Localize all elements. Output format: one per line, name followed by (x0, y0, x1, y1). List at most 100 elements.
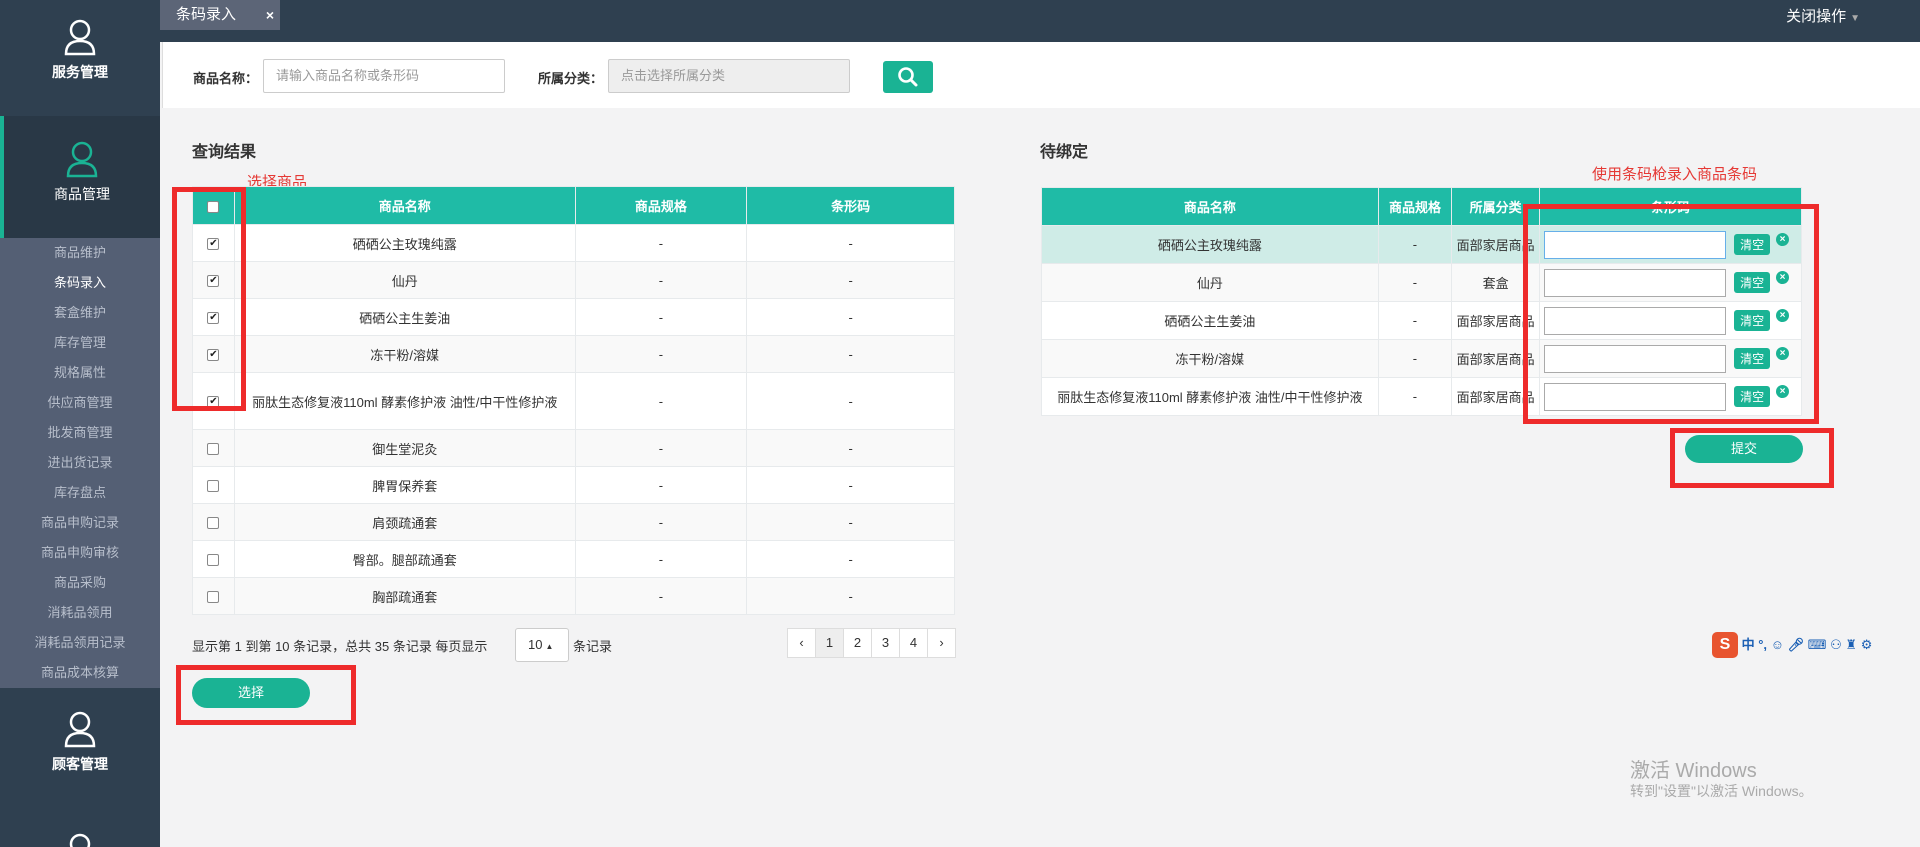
pagination: ‹ 1 2 3 4 › (787, 628, 956, 658)
table-row[interactable]: 胸部疏通套 - - (192, 577, 955, 615)
annotation-box-checkboxes (172, 187, 246, 411)
pagination-info: 显示第 1 到第 10 条记录，总共 35 条记录 每页显示 (192, 636, 487, 655)
barcode-cell: - (746, 261, 955, 299)
product-name-cell: 硒硒公主生姜油 (233, 298, 576, 336)
submenu-item[interactable]: 库存盘点 (0, 478, 160, 508)
submenu-item[interactable]: 进出货记录 (0, 448, 160, 478)
category-label: 所属分类： (538, 71, 604, 86)
close-operations-menu[interactable]: 关闭操作 ▼ (1786, 0, 1860, 34)
user-icon (64, 19, 96, 56)
sidebar-label-customer: 顾客管理 (52, 756, 108, 772)
close-ops-label: 关闭操作 (1786, 8, 1847, 25)
goods-submenu: 商品维护 条码录入 套盒维护 库存管理 规格属性 供应商管理 批发商管理 进出货记录 库存盘点商… (0, 238, 160, 688)
product-spec-cell: - (574, 298, 748, 336)
sogou-logo-icon: S (1712, 632, 1738, 658)
row-checkbox[interactable] (207, 480, 220, 493)
topbar: 条码录入 × 关闭操作 ▼ (160, 0, 1920, 42)
submenu-item[interactable]: 规格属性 (0, 358, 160, 388)
caret-down-icon: ▼ (1850, 13, 1860, 24)
submenu-item[interactable]: 消耗品领用 (0, 598, 160, 628)
table-row[interactable]: 硒硒公主生姜油-- (192, 298, 955, 336)
sidebar-item-customer[interactable]: 顾客管理 (0, 710, 160, 774)
table-row[interactable]: 臀部。腿部疏通套 - - (192, 540, 955, 578)
table-row[interactable]: 硒硒公主玫瑰纯露-- (192, 224, 955, 262)
sidebar-item-service[interactable]: 服务管理 (0, 18, 160, 82)
product-name-cell: 仙丹 (233, 261, 576, 299)
query-results-table: 商品名称 商品规格 条形码 硒硒公主玫瑰纯露--仙丹--硒硒公主生姜油--冻干粉… (192, 186, 955, 615)
product-name-cell: 丽肽生态修复液110ml 酵素修护液 油性/中干性修护液 (1041, 377, 1379, 416)
table-row[interactable]: 仙丹-- (192, 261, 955, 299)
product-spec-cell: - (574, 540, 748, 578)
barcode-cell: - (746, 335, 955, 373)
tab-barcode-entry[interactable]: 条码录入 × (160, 0, 280, 30)
keyboard-icon: ⌨ (1807, 637, 1827, 652)
ime-toolbar[interactable]: S 中 °, ☺ 🎤︎ ⌨ ⚇ ♜ ⚙ (1712, 632, 1872, 658)
sidebar-label-goods: 商品管理 (54, 186, 110, 202)
next-page-button[interactable]: › (927, 628, 956, 658)
submenu-item[interactable]: 套盒维护 (0, 298, 160, 328)
submenu-item[interactable]: 库存管理 (0, 328, 160, 358)
search-button[interactable] (883, 61, 933, 93)
mic-icon: 🎤︎ (1787, 637, 1805, 652)
shirt-icon: ♜ (1845, 637, 1858, 652)
row-checkbox[interactable] (207, 443, 220, 456)
barcode-cell: - (746, 466, 955, 504)
table-row[interactable]: 肩颈疏通套 - - (192, 503, 955, 541)
category-select[interactable]: 点击选择所属分类 (608, 59, 850, 93)
column-header: 商品规格 (574, 186, 748, 225)
product-spec-cell: - (574, 335, 748, 373)
product-spec-cell: - (1377, 225, 1453, 264)
row-checkbox[interactable] (207, 554, 220, 567)
product-spec-cell: - (1377, 263, 1453, 302)
submenu-item[interactable]: 消耗品领用记录 (0, 628, 160, 658)
ime-mode-text: 中 °, (1741, 637, 1768, 652)
sidebar: 服务管理 商品管理 商品维护 条码录入 套盒维护 库存管理 规格属性 供应商管理 批发商管理… (0, 0, 160, 847)
page-button[interactable]: 2 (843, 628, 872, 658)
product-name-input[interactable]: 请输入商品名称或条形码 (263, 59, 505, 93)
annotation-box-submit (1670, 428, 1834, 488)
emoji-icon: ☺ (1770, 637, 1784, 652)
product-spec-cell: - (574, 577, 748, 615)
page-suffix: 条记录 (573, 639, 613, 654)
sidebar-item-goods[interactable]: 商品管理 (0, 116, 160, 238)
submenu-item[interactable]: 供应商管理 (0, 388, 160, 418)
search-bar: 商品名称： 请输入商品名称或条形码 所属分类： 点击选择所属分类 (162, 42, 1920, 108)
tab-label: 条码录入 (176, 6, 237, 23)
barcode-cell: - (746, 503, 955, 541)
barcode-cell: - (746, 372, 955, 430)
submenu-item[interactable]: 商品成本核算 (0, 658, 160, 688)
table-row[interactable]: 御生堂泥灸 - - (192, 429, 955, 467)
submenu-item[interactable]: 条码录入 (0, 268, 160, 298)
submenu-item[interactable]: 商品申购审核 (0, 538, 160, 568)
close-icon[interactable]: × (266, 0, 274, 30)
search-icon (898, 67, 918, 87)
barcode-cell: - (746, 429, 955, 467)
table-row[interactable]: 冻干粉/溶媒-- (192, 335, 955, 373)
product-name-cell: 肩颈疏通套 (233, 503, 576, 541)
page-size-select[interactable]: 10 ▲ (515, 628, 569, 662)
row-checkbox[interactable] (207, 591, 220, 604)
table-row[interactable]: 丽肽生态修复液110ml 酵素修护液 油性/中干性修护液-- (192, 372, 955, 430)
row-checkbox[interactable] (207, 517, 220, 530)
product-name-cell: 冻干粉/溶媒 (1041, 339, 1379, 378)
row-checkbox-cell (192, 466, 235, 504)
user-icon (64, 711, 96, 748)
windows-activation-title: 激活 Windows (1630, 760, 1757, 782)
table-header-row: 商品名称 商品规格 条形码 (192, 186, 955, 225)
submenu-item[interactable]: 批发商管理 (0, 418, 160, 448)
prev-page-button[interactable]: ‹ (787, 628, 816, 658)
page-button[interactable]: 3 (871, 628, 900, 658)
page-button[interactable]: 1 (815, 628, 844, 658)
user-icon: ⚇ (1830, 637, 1842, 652)
page-button[interactable]: 4 (899, 628, 928, 658)
submenu-item[interactable]: 商品维护 (0, 238, 160, 268)
product-name-cell: 丽肽生态修复液110ml 酵素修护液 油性/中干性修护液 (233, 372, 576, 430)
row-checkbox-cell (192, 577, 235, 615)
product-name-cell: 胸部疏通套 (233, 577, 576, 615)
sidebar-item-more[interactable] (0, 832, 160, 847)
product-name-cell: 冻干粉/溶媒 (233, 335, 576, 373)
submenu-item[interactable]: 商品申购记录 (0, 508, 160, 538)
sidebar-label-service: 服务管理 (52, 64, 108, 80)
submenu-item[interactable]: 商品采购 (0, 568, 160, 598)
table-row[interactable]: 脾胃保养套 - - (192, 466, 955, 504)
